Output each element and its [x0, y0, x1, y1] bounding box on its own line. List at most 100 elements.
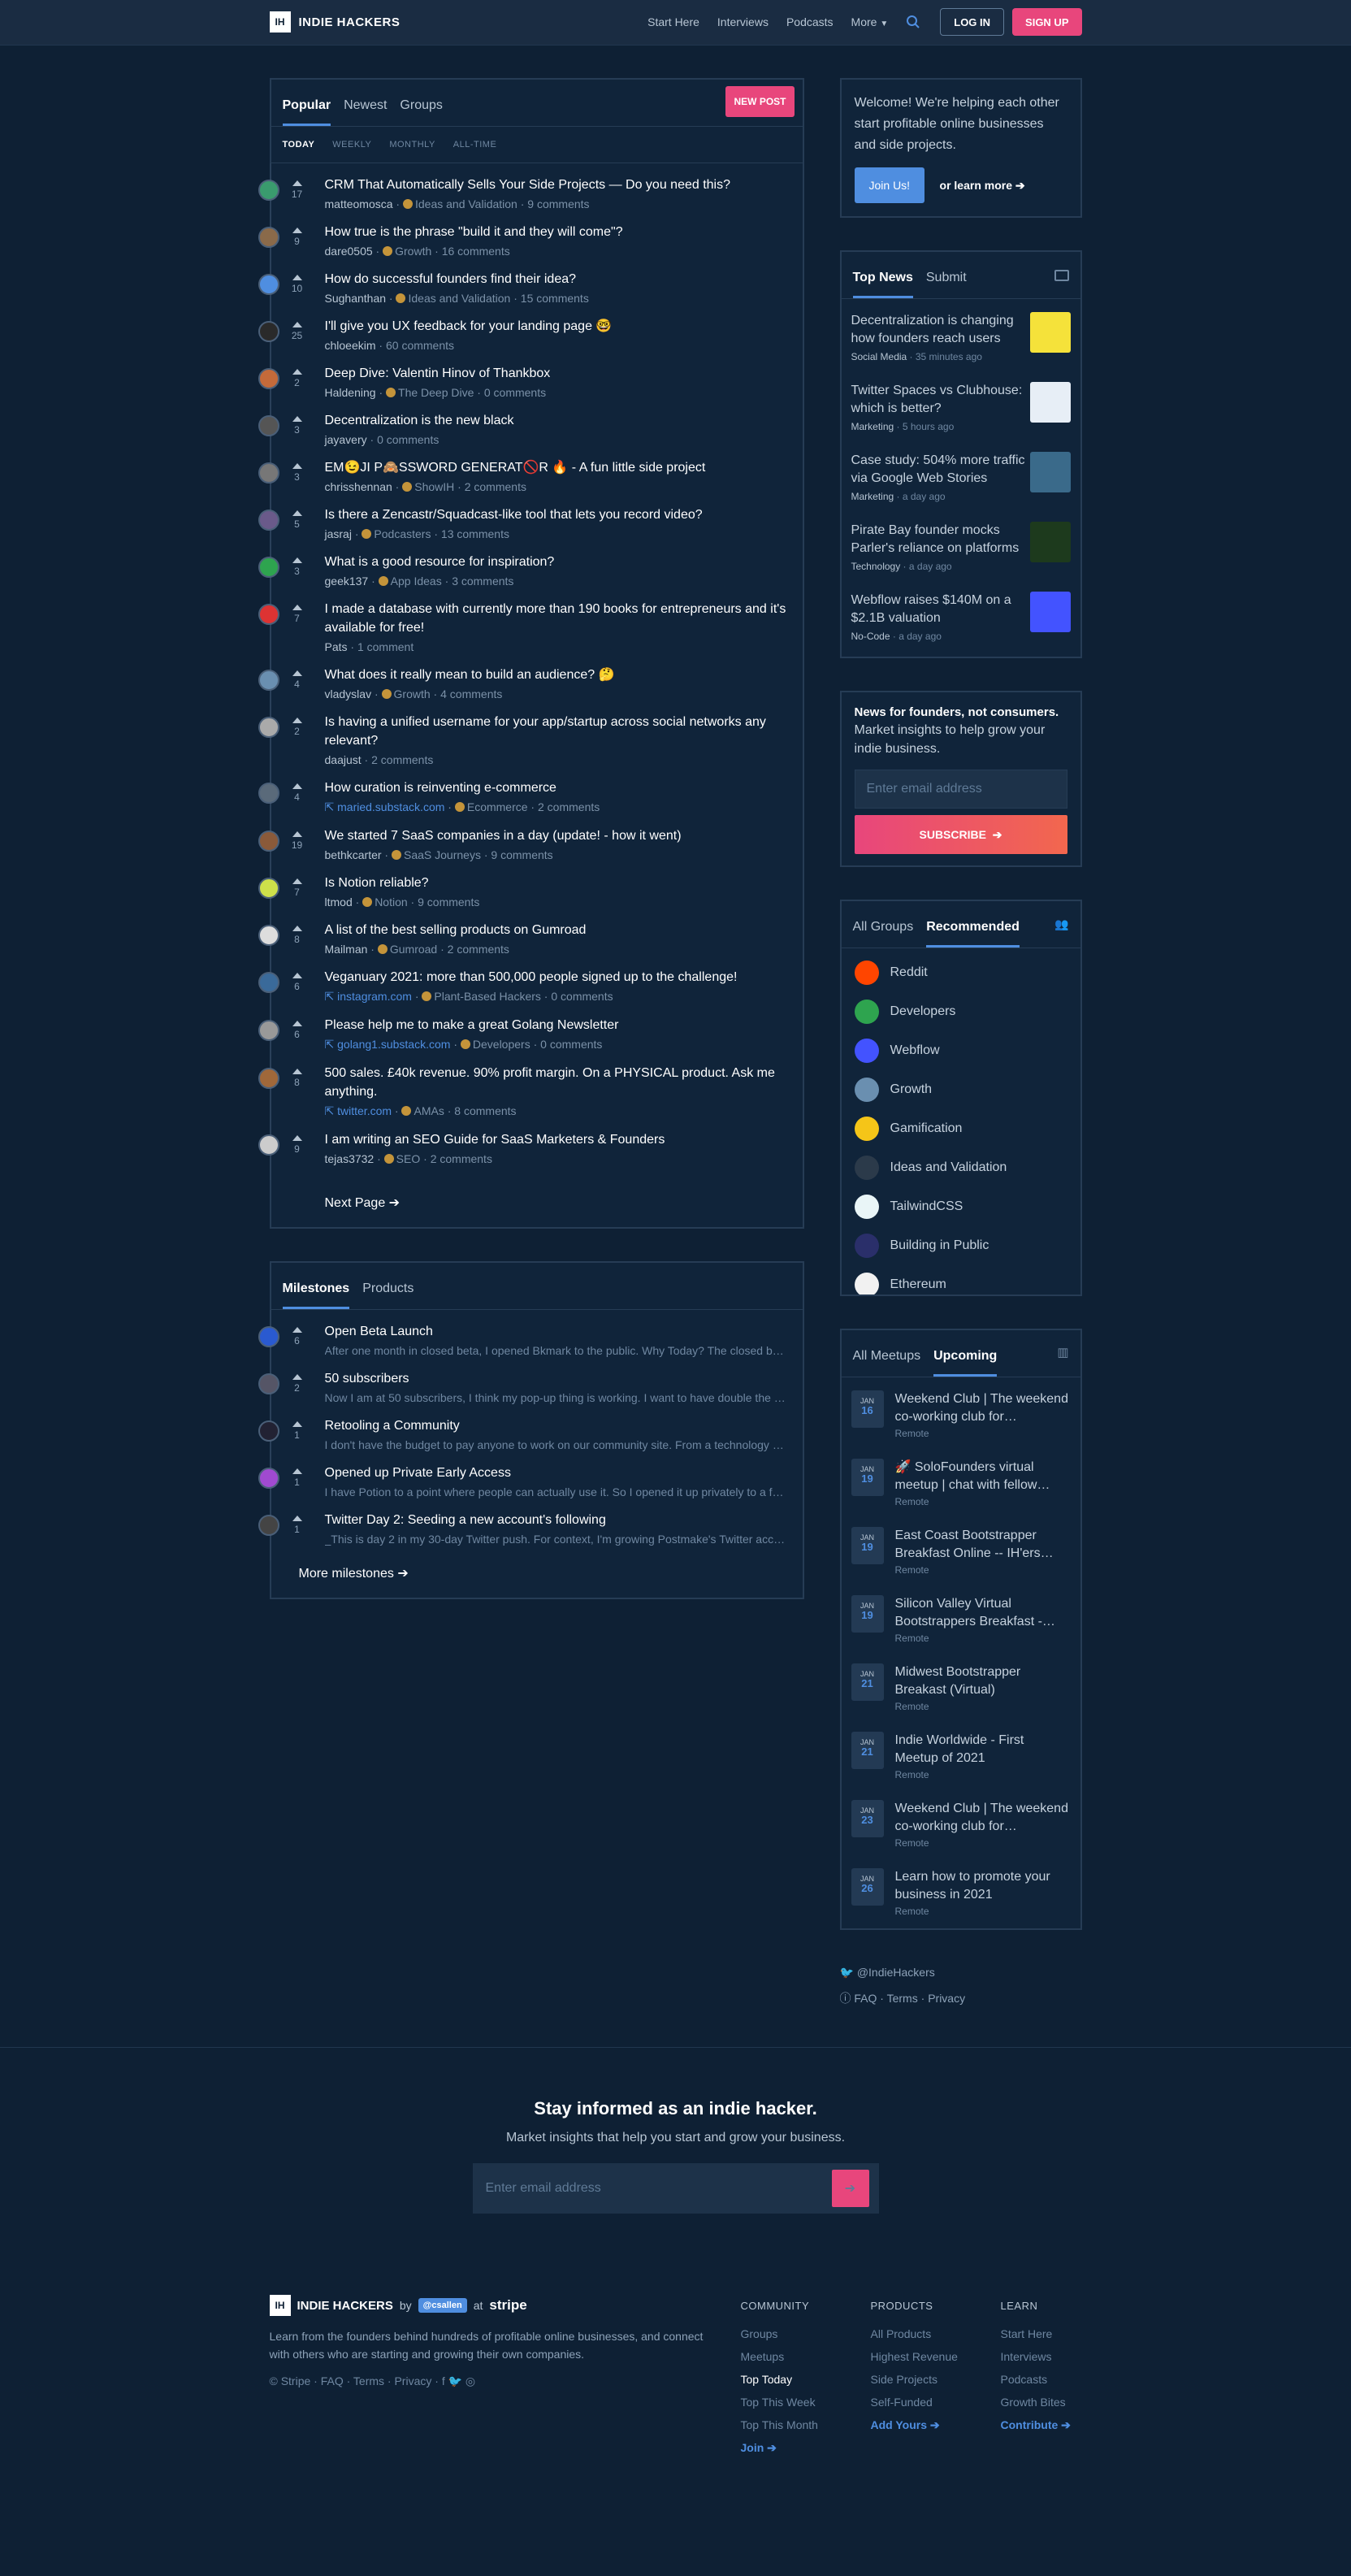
more-milestones-link[interactable]: More milestones ➔ — [271, 1560, 803, 1598]
post-title[interactable]: A list of the best selling products on G… — [325, 921, 786, 939]
post-comments[interactable]: 0 comments — [551, 990, 613, 1003]
news-title[interactable]: Webflow raises $140M on a $2.1B valuatio… — [851, 592, 1030, 627]
group-item[interactable]: Gamification — [842, 1109, 1080, 1148]
user-avatar[interactable] — [258, 274, 279, 295]
footer-join-link[interactable]: Join ➔ — [741, 2436, 871, 2459]
post-author[interactable]: tejas3732 — [325, 1152, 375, 1165]
tab-all-meetups[interactable]: All Meetups — [853, 1349, 921, 1377]
user-avatar[interactable] — [258, 925, 279, 946]
stripe-logo[interactable]: stripe — [489, 2297, 526, 2314]
user-avatar[interactable] — [258, 878, 279, 899]
meetup-item[interactable]: JAN 16 Weekend Club | The weekend co-work… — [842, 1381, 1080, 1449]
news-item[interactable]: Twitter Spaces vs Clubhouse: which is be… — [842, 372, 1080, 442]
nav-start-here[interactable]: Start Here — [647, 15, 699, 28]
period-today[interactable]: TODAY — [283, 140, 315, 150]
upvote-arrow-icon[interactable] — [292, 322, 302, 327]
post-title[interactable]: How do successful founders find their id… — [325, 270, 786, 288]
post-group[interactable]: SaaS Journeys — [404, 848, 481, 861]
news-title[interactable]: Twitter Spaces vs Clubhouse: which is be… — [851, 382, 1030, 418]
post-comments[interactable]: 1 comment — [357, 640, 414, 653]
post-author[interactable]: golang1.substack.com — [337, 1038, 450, 1051]
period-all-time[interactable]: ALL-TIME — [453, 140, 497, 150]
meetup-item[interactable]: JAN 21 Midwest Bootstrapper Breakast (Vir… — [842, 1654, 1080, 1722]
post-title[interactable]: I made a database with currently more th… — [325, 600, 786, 637]
footer-add-yours-link[interactable]: Add Yours ➔ — [871, 2413, 1001, 2436]
post-comments[interactable]: 9 comments — [418, 896, 479, 909]
tab-milestones[interactable]: Milestones — [282, 1281, 350, 1309]
news-thumbnail[interactable] — [1029, 592, 1071, 632]
user-avatar[interactable] — [258, 510, 279, 531]
upvote-arrow-icon[interactable] — [292, 369, 302, 375]
post-title[interactable]: I'll give you UX feedback for your landi… — [325, 317, 786, 336]
news-item[interactable]: Decentralization is changing how founder… — [842, 302, 1080, 372]
post-title[interactable]: We started 7 SaaS companies in a day (up… — [325, 826, 786, 845]
post-title[interactable]: EM😉JI P🙈SSWORD GENERAT🚫R 🔥 - A fun littl… — [325, 458, 786, 477]
product-avatar[interactable] — [258, 1373, 279, 1394]
post-group[interactable]: Notion — [375, 896, 407, 909]
user-avatar[interactable] — [258, 972, 279, 993]
upvote-control[interactable]: 3 — [279, 553, 315, 588]
post-comments[interactable]: 9 comments — [491, 848, 552, 861]
period-monthly[interactable]: MONTHLY — [389, 140, 435, 150]
post-group[interactable]: The Deep Dive — [398, 386, 474, 399]
post-title[interactable]: Is Notion reliable? — [325, 874, 786, 892]
upvote-arrow-icon[interactable] — [292, 783, 302, 789]
milestone-title[interactable]: Twitter Day 2: Seeding a new account's f… — [325, 1511, 788, 1529]
footer-link[interactable]: Side Projects — [871, 2368, 1001, 2391]
cta-email-input[interactable]: Enter email address — [486, 2181, 601, 2196]
meetup-item[interactable]: JAN 19 🚀 SoloFounders virtual meetup | ch… — [842, 1449, 1080, 1517]
post-title[interactable]: How curation is reinventing e-commerce — [325, 778, 786, 797]
upvote-arrow-icon[interactable] — [292, 605, 302, 610]
learn-more-link[interactable]: or learn more ➔ — [940, 179, 1025, 192]
milestone-title[interactable]: Retooling a Community — [325, 1416, 788, 1435]
upvote-arrow-icon[interactable] — [292, 1021, 302, 1026]
upvote-control[interactable]: 19 — [279, 826, 315, 861]
user-avatar[interactable] — [258, 321, 279, 342]
twitter-handle-link[interactable]: @IndieHackers — [857, 1966, 935, 1979]
post-group[interactable]: Podcasters — [374, 527, 431, 540]
upvote-arrow-icon[interactable] — [292, 1468, 302, 1474]
product-avatar[interactable] — [258, 1420, 279, 1442]
upvote-control[interactable]: 3 — [279, 411, 315, 446]
upvote-arrow-icon[interactable] — [292, 926, 302, 931]
group-item[interactable]: Webflow — [842, 1031, 1080, 1070]
post-author[interactable]: jasraj — [325, 527, 352, 540]
terms-link[interactable]: Terms — [887, 1992, 918, 2005]
post-comments[interactable]: 0 comments — [540, 1038, 602, 1051]
upvote-control[interactable]: 6 — [279, 1016, 315, 1052]
group-item[interactable]: Ethereum — [842, 1265, 1080, 1295]
tab-newest[interactable]: Newest — [344, 98, 387, 126]
upvote-arrow-icon[interactable] — [292, 228, 302, 233]
user-avatar[interactable] — [258, 180, 279, 201]
post-title[interactable]: Deep Dive: Valentin Hinov of Thankbox — [325, 364, 786, 383]
post-title[interactable]: What does it really mean to build an aud… — [325, 666, 786, 684]
meetup-item[interactable]: JAN 19 East Coast Bootstrapper Breakfast … — [842, 1517, 1080, 1585]
upvote-control[interactable]: 1 — [279, 1511, 315, 1546]
post-author[interactable]: Haldening — [325, 386, 376, 399]
news-thumbnail[interactable] — [1029, 522, 1071, 562]
post-author[interactable]: Pats — [325, 640, 348, 653]
upvote-arrow-icon[interactable] — [292, 275, 302, 280]
post-group[interactable]: Ideas and Validation — [408, 292, 510, 305]
user-avatar[interactable] — [258, 783, 279, 804]
product-avatar[interactable] — [258, 1515, 279, 1536]
upvote-arrow-icon[interactable] — [292, 1516, 302, 1521]
upvote-arrow-icon[interactable] — [292, 1327, 302, 1333]
post-comments[interactable]: 4 comments — [440, 687, 502, 700]
post-comments[interactable]: 15 comments — [521, 292, 589, 305]
footer-link[interactable]: Podcasts — [1001, 2368, 1082, 2391]
tab-groups[interactable]: Groups — [400, 98, 442, 126]
user-avatar[interactable] — [258, 1068, 279, 1089]
post-title[interactable]: Is there a Zencastr/Squadcast-like tool … — [325, 505, 786, 524]
tab-products[interactable]: Products — [362, 1281, 414, 1309]
upvote-arrow-icon[interactable] — [292, 670, 302, 676]
upvote-control[interactable]: 9 — [279, 223, 315, 258]
user-avatar[interactable] — [258, 227, 279, 248]
news-item[interactable]: Case study: 504% more traffic via Google… — [842, 442, 1080, 512]
post-author[interactable]: geek137 — [325, 575, 369, 588]
post-comments[interactable]: 13 comments — [441, 527, 509, 540]
subscribe-button[interactable]: SUBSCRIBE ➔ — [854, 815, 1067, 854]
nav-more[interactable]: More ▼ — [851, 15, 889, 28]
post-group[interactable]: Growth — [394, 687, 431, 700]
post-title[interactable]: CRM That Automatically Sells Your Side P… — [325, 176, 786, 194]
